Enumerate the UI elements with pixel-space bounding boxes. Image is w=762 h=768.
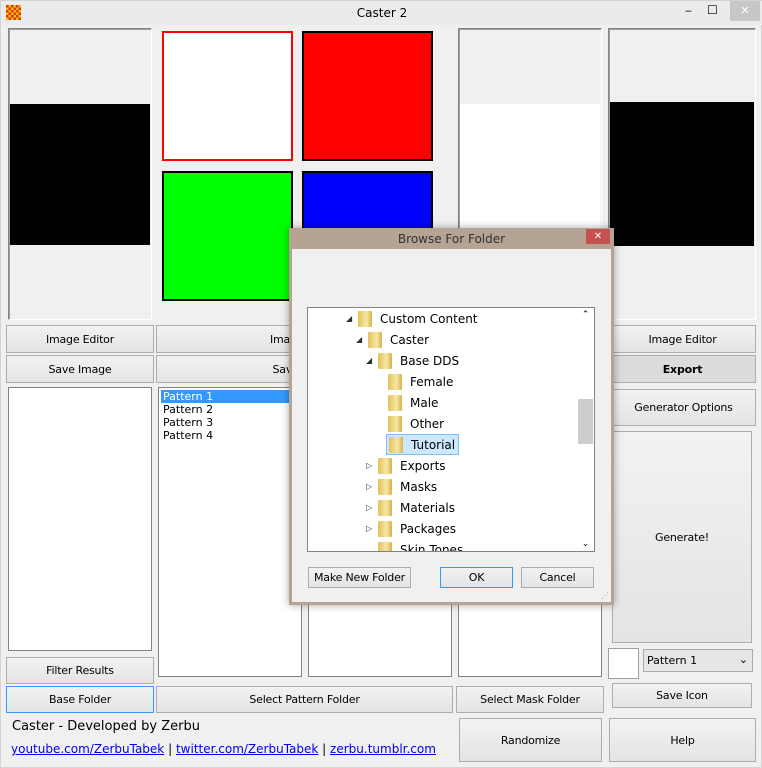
image-editor-button-1[interactable]: Image Editor [6, 325, 154, 353]
image-editor-button-4[interactable]: Image Editor [609, 325, 756, 353]
tree-item[interactable]: Female [388, 371, 453, 392]
collapsed-arrow-icon[interactable]: ▷ [366, 461, 372, 470]
dialog-title: Browse For Folder [397, 232, 506, 246]
help-button[interactable]: Help [609, 718, 756, 762]
scroll-thumb[interactable] [578, 399, 593, 444]
tree-item[interactable]: Other [388, 413, 444, 434]
tree-item[interactable]: ◢ Caster [356, 329, 430, 350]
credit-text: Caster - Developed by Zerbu [12, 719, 200, 734]
tree-item-label: Custom Content [380, 311, 478, 326]
filter-results-button[interactable]: Filter Results [6, 657, 154, 684]
tree-item-label: Tutorial [411, 437, 456, 452]
generate-button[interactable]: Generate! [612, 431, 752, 643]
tree-item-label: Caster [390, 332, 430, 347]
folder-icon [378, 352, 392, 369]
tree-item-label: Packages [400, 521, 456, 536]
list-item[interactable]: Pattern 2 [161, 403, 299, 416]
folder-tree[interactable]: ◢ Custom Content ◢ Caster ◢ Base DDS Female Mal… [307, 307, 595, 552]
dialog-body: ◢ Custom Content ◢ Caster ◢ Base DDS Female Mal… [292, 249, 611, 602]
list-item[interactable]: Pattern 1 [161, 390, 299, 403]
scroll-down-icon[interactable]: ⌄ [577, 539, 594, 549]
resize-grip-icon[interactable]: ⋰ [601, 591, 609, 600]
swatch-red[interactable] [302, 31, 433, 161]
folder-icon [378, 457, 392, 474]
base-preview-image [10, 104, 150, 245]
make-new-folder-button[interactable]: Make New Folder [308, 567, 411, 588]
tree-item-label: Skin Tones [400, 542, 464, 552]
swatch-green[interactable] [162, 171, 293, 301]
result-preview [608, 28, 756, 320]
tree-item-label: Masks [400, 479, 438, 494]
base-folder-button[interactable]: Base Folder [6, 686, 154, 713]
chevron-down-icon: ⌄ [738, 653, 748, 666]
icon-preview [608, 648, 639, 679]
scroll-up-icon[interactable]: ⌃ [577, 310, 594, 320]
tree-item[interactable]: ◢ Custom Content [346, 308, 478, 329]
close-button[interactable]: ✕ [730, 1, 760, 21]
save-image-button-1[interactable]: Save Image [6, 355, 154, 383]
list-item[interactable]: Pattern 3 [161, 416, 299, 429]
maximize-button[interactable]: ☐ [707, 3, 718, 17]
youtube-link[interactable]: youtube.com/ZerbuTabek [11, 742, 164, 756]
result-preview-image [610, 102, 754, 246]
collapsed-arrow-icon[interactable]: ▷ [366, 524, 372, 533]
tree-item[interactable]: ▷ Exports [366, 455, 446, 476]
tree-item-label: Other [410, 416, 445, 431]
tree-item[interactable]: ▷ Masks [366, 476, 438, 497]
tree-item[interactable]: Tutorial [386, 434, 460, 455]
footer-links: youtube.com/ZerbuTabek | twitter.com/Zer… [11, 742, 436, 756]
select-pattern-folder-button[interactable]: Select Pattern Folder [156, 686, 453, 713]
expanded-arrow-icon[interactable]: ◢ [366, 356, 372, 365]
dialog-close-button[interactable]: ✕ [586, 229, 610, 244]
tree-item-label: Base DDS [400, 353, 460, 368]
folder-icon [378, 541, 392, 551]
randomize-button[interactable]: Randomize [459, 718, 602, 762]
tree-item[interactable]: ▷ Packages [366, 518, 456, 539]
collapsed-arrow-icon[interactable]: ▷ [366, 503, 372, 512]
expanded-arrow-icon[interactable]: ◢ [346, 314, 352, 323]
generator-options-button[interactable]: Generator Options [611, 389, 756, 426]
browse-folder-dialog: Browse For Folder ✕ ◢ Custom Content ◢ Cast… [289, 228, 614, 605]
expanded-arrow-icon[interactable]: ◢ [356, 335, 362, 344]
pattern-list[interactable]: Pattern 1 Pattern 2 Pattern 3 Pattern 4 [158, 387, 302, 677]
swatch-white[interactable] [162, 31, 293, 161]
window-title: Caster 2 [356, 6, 408, 20]
folder-icon [378, 478, 392, 495]
twitter-link[interactable]: twitter.com/ZerbuTabek [176, 742, 318, 756]
tree-item[interactable]: ▷ Materials [366, 497, 456, 518]
tree-item-label: Female [410, 374, 454, 389]
pattern-select-value: Pattern 1 [647, 654, 698, 667]
select-mask-folder-button[interactable]: Select Mask Folder [456, 686, 604, 713]
folder-icon [388, 394, 402, 411]
separator: | [168, 742, 173, 756]
tree-item-label: Materials [400, 500, 456, 515]
tree-scrollbar[interactable]: ⌃ ⌄ [577, 308, 594, 551]
tumblr-link[interactable]: zerbu.tumblr.com [330, 742, 436, 756]
title-bar: Caster 2 ‒ ☐ ✕ [1, 1, 762, 25]
export-button[interactable]: Export [609, 355, 756, 383]
save-icon-button[interactable]: Save Icon [612, 683, 752, 708]
folder-icon [358, 310, 372, 327]
minimize-button[interactable]: ‒ [685, 4, 692, 17]
folder-icon [378, 520, 392, 537]
folder-icon [378, 499, 392, 516]
pattern-select[interactable]: Pattern 1 ⌄ [643, 649, 753, 672]
folder-icon [389, 436, 403, 453]
tree-item-label: Exports [400, 458, 446, 473]
base-list[interactable] [8, 387, 152, 651]
base-preview [8, 28, 152, 320]
collapsed-arrow-icon[interactable]: ▷ [366, 482, 372, 491]
tree-item[interactable]: ◢ Base DDS [366, 350, 460, 371]
ok-button[interactable]: OK [440, 567, 513, 588]
tree-item-label: Male [410, 395, 439, 410]
list-item[interactable]: Pattern 4 [161, 429, 299, 442]
separator: | [322, 742, 327, 756]
folder-icon [388, 373, 402, 390]
cancel-button[interactable]: Cancel [521, 567, 594, 588]
tree-item[interactable]: Skin Tones [378, 539, 464, 552]
folder-icon [368, 331, 382, 348]
tree-item[interactable]: Male [388, 392, 438, 413]
folder-icon [388, 415, 402, 432]
